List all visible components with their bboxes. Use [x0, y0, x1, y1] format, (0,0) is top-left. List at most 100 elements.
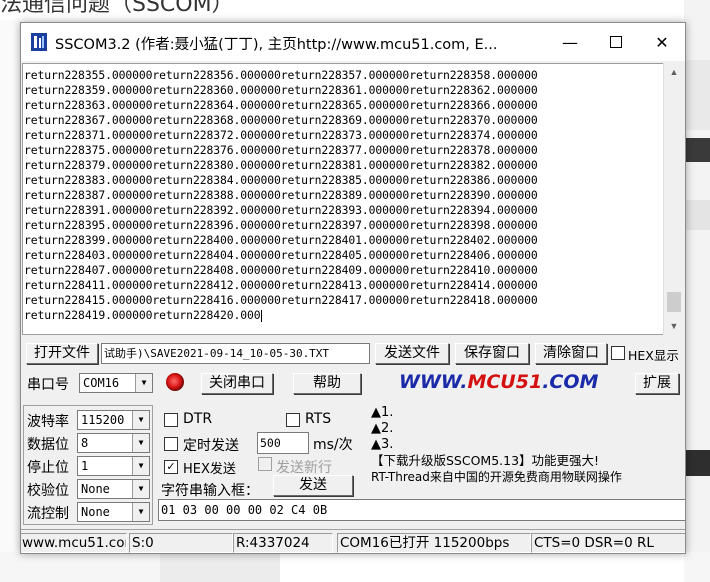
baud-value: 115200 [81, 413, 125, 427]
chevron-down-icon: ▼ [135, 374, 152, 392]
scroll-thumb[interactable] [667, 292, 681, 312]
dtr-checkbox[interactable] [164, 413, 178, 427]
databits-select[interactable]: 8 ▼ [77, 433, 150, 453]
chevron-down-icon: ▼ [132, 457, 149, 475]
receive-line: return228407.000000return228408.000000re… [24, 263, 538, 277]
notice-line: ▲3. [371, 437, 394, 452]
input-label: 字符串输入框： [161, 483, 259, 499]
save-window-button[interactable]: 保存窗口 [455, 343, 529, 364]
brand-prefix: WWW. [399, 371, 468, 393]
hex-display-label: HEX显示 [628, 348, 679, 363]
notice-link-download[interactable]: 【下载升级版SSCOM5.13】功能更强大! [371, 453, 622, 469]
receive-line: return228375.000000return228376.000000re… [24, 143, 538, 157]
status-received: R:4337024 [233, 533, 333, 553]
close-port-button[interactable]: 关闭串口 [201, 373, 273, 394]
check-icon: ✓ [166, 461, 176, 473]
flow-select[interactable]: None ▼ [77, 502, 150, 522]
port-select[interactable]: COM16 ▼ [79, 373, 153, 393]
status-port: COM16已打开 115200bps [337, 533, 531, 553]
title-bar[interactable]: SSCOM3.2 (作者:聂小猛(丁丁), 主页http://www.mcu51… [21, 23, 685, 61]
clear-window-button[interactable]: 清除窗口 [535, 343, 607, 364]
status-lines: CTS=0 DSR=0 RL [531, 533, 685, 553]
notice-area: ▲1. ▲2. ▲3. 【下载升级版SSCOM5.13】功能更强大! RT-Th… [371, 405, 622, 485]
close-button[interactable]: ✕ [639, 23, 685, 61]
send-newline-checkbox[interactable] [258, 457, 272, 471]
hex-send-label: HEX发送 [183, 462, 236, 477]
minimize-button[interactable]: — [547, 23, 593, 61]
chevron-down-icon: ▼ [132, 411, 149, 429]
receive-line: return228403.000000return228404.000000re… [24, 248, 538, 262]
receive-line: return228415.000000return228416.000000re… [24, 293, 538, 307]
stopbits-value: 1 [81, 459, 89, 473]
open-file-button[interactable]: 打开文件 [26, 343, 98, 364]
receive-line: return228355.000000return228356.000000re… [24, 68, 538, 82]
background-right-panel [684, 0, 710, 582]
flow-value: None [81, 505, 110, 519]
rts-checkbox[interactable] [286, 413, 300, 427]
background-heading: 法通信问题（SSCOM） [0, 0, 234, 17]
maximize-icon [610, 36, 622, 48]
help-button[interactable]: 帮助 [293, 373, 361, 394]
file-path-field[interactable]: 试助手)\SAVE2021-09-14_10-05-30.TXT [101, 343, 370, 364]
notice-line: ▲1. [371, 405, 394, 420]
receive-scrollbar[interactable]: ▲ ▼ [663, 63, 684, 335]
expand-button[interactable]: 扩展 [635, 373, 679, 394]
baud-label: 波特率 [27, 414, 69, 430]
minimize-icon: — [562, 32, 578, 52]
receive-line: return228383.000000return228384.000000re… [24, 173, 538, 187]
interval-input[interactable]: 500 [257, 432, 309, 454]
status-sent: S:0 [129, 533, 233, 553]
send-newline-label: 发送新行 [276, 460, 332, 476]
receive-line: return228367.000000return228368.000000re… [24, 113, 538, 127]
receive-line: return228391.000000return228392.000000re… [24, 203, 538, 217]
send-button[interactable]: 发送 [273, 475, 353, 496]
scroll-down-arrow-icon[interactable]: ▼ [664, 317, 684, 335]
send-file-button[interactable]: 发送文件 [375, 343, 449, 364]
background-bottom-strip [0, 552, 710, 582]
receive-textarea[interactable]: return228355.000000return228356.000000re… [22, 63, 665, 335]
port-label: 串口号 [27, 377, 69, 393]
parity-value: None [81, 482, 110, 496]
databits-label: 数据位 [27, 437, 69, 453]
chevron-down-icon: ▼ [132, 434, 149, 452]
stopbits-select[interactable]: 1 ▼ [77, 456, 150, 476]
app-icon [31, 33, 47, 51]
timed-send-label: 定时发送 [183, 438, 239, 454]
baud-select[interactable]: 115200 ▼ [77, 410, 150, 430]
brand-link[interactable]: WWW.MCU51.COM [399, 371, 598, 393]
send-text-value: 01 03 00 00 00 02 C4 0B [161, 503, 328, 517]
scroll-up-arrow-icon[interactable]: ▲ [664, 63, 684, 81]
rts-label: RTS [305, 411, 332, 427]
notice-line: ▲2. [371, 421, 394, 436]
hex-display-checkbox[interactable] [611, 346, 625, 360]
maximize-button[interactable] [593, 23, 639, 61]
notice-link-rtthread[interactable]: RT-Thread来自中国的开源免费商用物联网操作 [371, 469, 622, 485]
hex-send-checkbox[interactable]: ✓ [164, 460, 178, 474]
receive-line: return228399.000000return228400.000000re… [24, 233, 538, 247]
receive-line: return228419.000000return228420.000 [24, 308, 261, 322]
file-path-text: 试助手)\SAVE2021-09-14_10-05-30.TXT [104, 347, 330, 360]
receive-line: return228395.000000return228396.000000re… [24, 218, 538, 232]
dtr-label: DTR [183, 411, 213, 427]
databits-value: 8 [81, 436, 89, 450]
receive-lines: return228355.000000return228356.000000re… [24, 68, 538, 323]
interval-value: 500 [260, 436, 281, 450]
flow-label: 流控制 [27, 506, 69, 522]
window-title: SSCOM3.2 (作者:聂小猛(丁丁), 主页http://www.mcu51… [55, 37, 498, 53]
close-icon: ✕ [655, 32, 669, 52]
receive-line-last: return228419.000000return228420.000 [24, 308, 538, 323]
status-bar: www.mcu51.com S:0 R:4337024 COM16已打开 115… [21, 529, 685, 553]
interval-unit: ms/次 [313, 437, 353, 453]
receive-line: return228411.000000return228412.000000re… [24, 278, 538, 292]
receive-line: return228371.000000return228372.000000re… [24, 128, 538, 142]
send-text-input[interactable]: 01 03 00 00 00 02 C4 0B [158, 499, 685, 521]
stopbits-label: 停止位 [27, 460, 69, 476]
parity-select[interactable]: None ▼ [77, 479, 150, 499]
parity-label: 校验位 [27, 483, 69, 499]
receive-line: return228363.000000return228364.000000re… [24, 98, 538, 112]
chevron-down-icon: ▼ [132, 503, 149, 521]
port-value: COM16 [83, 376, 120, 390]
text-caret [260, 309, 262, 322]
timed-send-checkbox[interactable] [164, 437, 178, 451]
chevron-down-icon: ▼ [132, 480, 149, 498]
